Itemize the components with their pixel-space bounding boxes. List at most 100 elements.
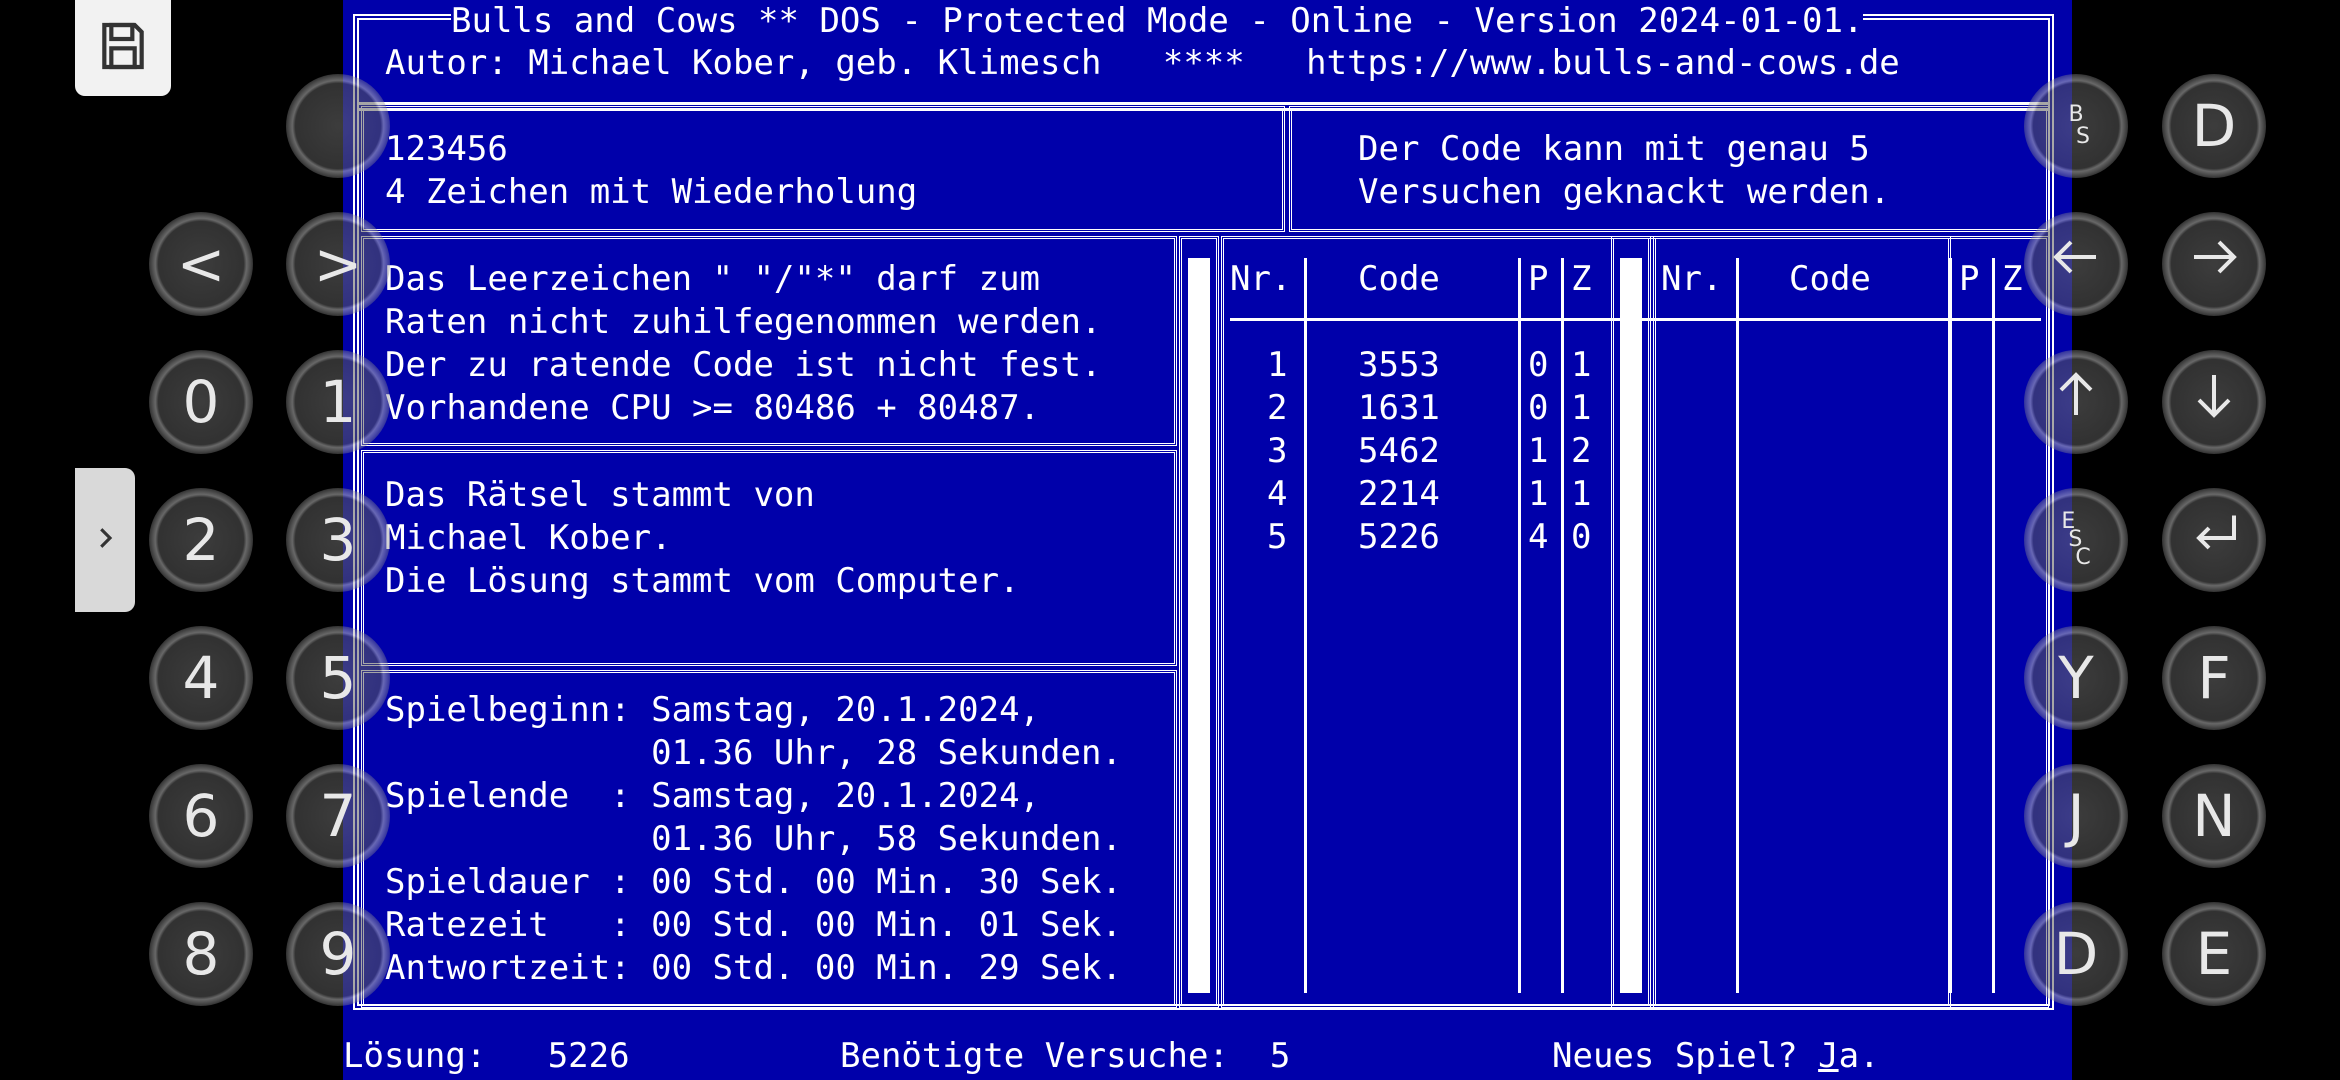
key-less-than[interactable]: <	[149, 212, 253, 316]
timing-answer: Antwortzeit: 00 Std. 00 Min. 29 Sek.	[385, 948, 1122, 988]
credits-line-3: Die Lösung stammt vom Computer.	[385, 561, 1020, 601]
table2-col-divider-1	[1736, 258, 1739, 993]
table1-header-p: P	[1528, 259, 1549, 299]
timing-end: Spielende : Samstag, 20.1.2024,	[385, 776, 1041, 816]
info-charset: 123456	[385, 129, 508, 169]
table1-row-p: 1	[1528, 431, 1549, 471]
key-down-arrow[interactable]	[2162, 350, 2266, 454]
key-d-top[interactable]: D	[2162, 74, 2266, 178]
chevron-right-icon	[90, 518, 120, 562]
key-backspace[interactable]: B S	[2024, 74, 2128, 178]
table2-header-nr: Nr.	[1661, 259, 1723, 299]
header-divider	[359, 102, 2049, 105]
rules-line-2: Raten nicht zuhilfegenommen werden.	[385, 302, 1102, 342]
arrow-left-icon	[2046, 227, 2106, 301]
timing-start-time: 01.36 Uhr, 28 Sekunden.	[385, 733, 1122, 773]
key-escape-c: C	[2075, 545, 2091, 570]
table1-row-code: 2214	[1358, 474, 1440, 514]
table1-col-divider-2	[1518, 258, 1521, 993]
timing-end-time: 01.36 Uhr, 58 Sekunden.	[385, 819, 1122, 859]
table2-col-divider-2	[1949, 258, 1952, 993]
new-game-prompt[interactable]: Neues Spiel? Ja.	[1552, 1035, 1880, 1078]
table2-header-divider	[1661, 318, 2041, 321]
arrow-up-icon	[2046, 365, 2106, 439]
key-1[interactable]: 1	[286, 350, 390, 454]
author-line: Autor: Michael Kober, geb. Klimesch ****…	[385, 43, 1900, 83]
table1-row-code: 3553	[1358, 345, 1440, 385]
info-length: 4 Zeichen mit Wiederholung	[385, 172, 918, 212]
table1-row-z: 1	[1571, 388, 1592, 428]
key-9[interactable]: 9	[286, 902, 390, 1006]
table1-header-nr: Nr.	[1230, 259, 1292, 299]
table1-row-nr: 1	[1267, 345, 1288, 385]
table2-header-code: Code	[1789, 259, 1871, 299]
rules-line-3: Der zu ratende Code ist nicht fest.	[385, 345, 1102, 385]
key-3[interactable]: 3	[286, 488, 390, 592]
table1-row-z: 2	[1571, 431, 1592, 471]
key-4[interactable]: 4	[149, 626, 253, 730]
key-right-arrow[interactable]	[2162, 212, 2266, 316]
dos-screen[interactable]: Bulls and Cows ** DOS - Protected Mode -…	[343, 0, 2072, 1080]
key-greater-than[interactable]: >	[286, 212, 390, 316]
key-n[interactable]: N	[2162, 764, 2266, 868]
timing-duration: Spieldauer : 00 Std. 00 Min. 30 Sek.	[385, 862, 1122, 902]
key-blank[interactable]	[286, 74, 390, 178]
solution-text: Lösung: 5226	[343, 1036, 630, 1076]
table1-col-divider-3	[1561, 258, 1564, 993]
scrollbar-1-thumb[interactable]	[1188, 258, 1210, 993]
key-enter[interactable]	[2162, 488, 2266, 592]
table1-row-p: 4	[1528, 517, 1549, 557]
key-e[interactable]: E	[2162, 902, 2266, 1006]
table1-row-z: 1	[1571, 474, 1592, 514]
key-backspace-s: S	[2076, 124, 2090, 149]
table1-row-code: 5462	[1358, 431, 1440, 471]
info-solvable-2: Versuchen geknackt werden.	[1358, 172, 1891, 212]
key-6[interactable]: 6	[149, 764, 253, 868]
key-y[interactable]: Y	[2024, 626, 2128, 730]
table1-row-nr: 5	[1267, 517, 1288, 557]
table1-row-p: 0	[1528, 345, 1549, 385]
title-line: Bulls and Cows ** DOS - Protected Mode -…	[451, 0, 1864, 43]
new-game-suffix: a.	[1838, 1036, 1880, 1076]
drawer-toggle-button[interactable]	[75, 468, 135, 612]
timing-guess: Ratezeit : 00 Std. 00 Min. 01 Sek.	[385, 905, 1122, 945]
table1-header-code: Code	[1358, 259, 1440, 299]
key-5[interactable]: 5	[286, 626, 390, 730]
save-button[interactable]	[75, 0, 171, 96]
rules-line-4: Vorhandene CPU >= 80486 + 80487.	[385, 388, 1041, 428]
key-escape[interactable]: E S C	[2024, 488, 2128, 592]
credits-line-2: Michael Kober.	[385, 518, 672, 558]
key-j[interactable]: J	[2024, 764, 2128, 868]
new-game-hotkey[interactable]: J	[1818, 1036, 1838, 1076]
key-7[interactable]: 7	[286, 764, 390, 868]
key-f[interactable]: F	[2162, 626, 2266, 730]
table2-header-p: P	[1959, 259, 1980, 299]
table1-row-p: 0	[1528, 388, 1549, 428]
table1-row-nr: 3	[1267, 431, 1288, 471]
scrollbar-2-thumb[interactable]	[1620, 258, 1642, 993]
key-left-arrow[interactable]	[2024, 212, 2128, 316]
table1-header-z: Z	[1571, 259, 1592, 299]
key-up-arrow[interactable]	[2024, 350, 2128, 454]
credits-line-1: Das Rätsel stammt von	[385, 475, 815, 515]
key-2[interactable]: 2	[149, 488, 253, 592]
table1-row-code: 1631	[1358, 388, 1440, 428]
table2-col-divider-3	[1992, 258, 1995, 993]
info-solvable-1: Der Code kann mit genau 5	[1358, 129, 1870, 169]
enter-icon	[2184, 503, 2244, 577]
table1-row-nr: 2	[1267, 388, 1288, 428]
key-8[interactable]: 8	[149, 902, 253, 1006]
table1-row-z: 0	[1571, 517, 1592, 557]
table1-row-code: 5226	[1358, 517, 1440, 557]
guess-table-2	[1653, 236, 2049, 1008]
table1-col-divider-1	[1304, 258, 1307, 993]
rules-line-1: Das Leerzeichen " "/"*" darf zum	[385, 259, 1041, 299]
table1-row-p: 1	[1528, 474, 1549, 514]
table1-row-z: 1	[1571, 345, 1592, 385]
new-game-prefix: Neues Spiel?	[1552, 1036, 1819, 1076]
key-d-bottom[interactable]: D	[2024, 902, 2128, 1006]
attempts-text: Benötigte Versuche: 5	[840, 1036, 1291, 1076]
timing-start: Spielbeginn: Samstag, 20.1.2024,	[385, 690, 1041, 730]
key-0[interactable]: 0	[149, 350, 253, 454]
arrow-right-icon	[2184, 227, 2244, 301]
